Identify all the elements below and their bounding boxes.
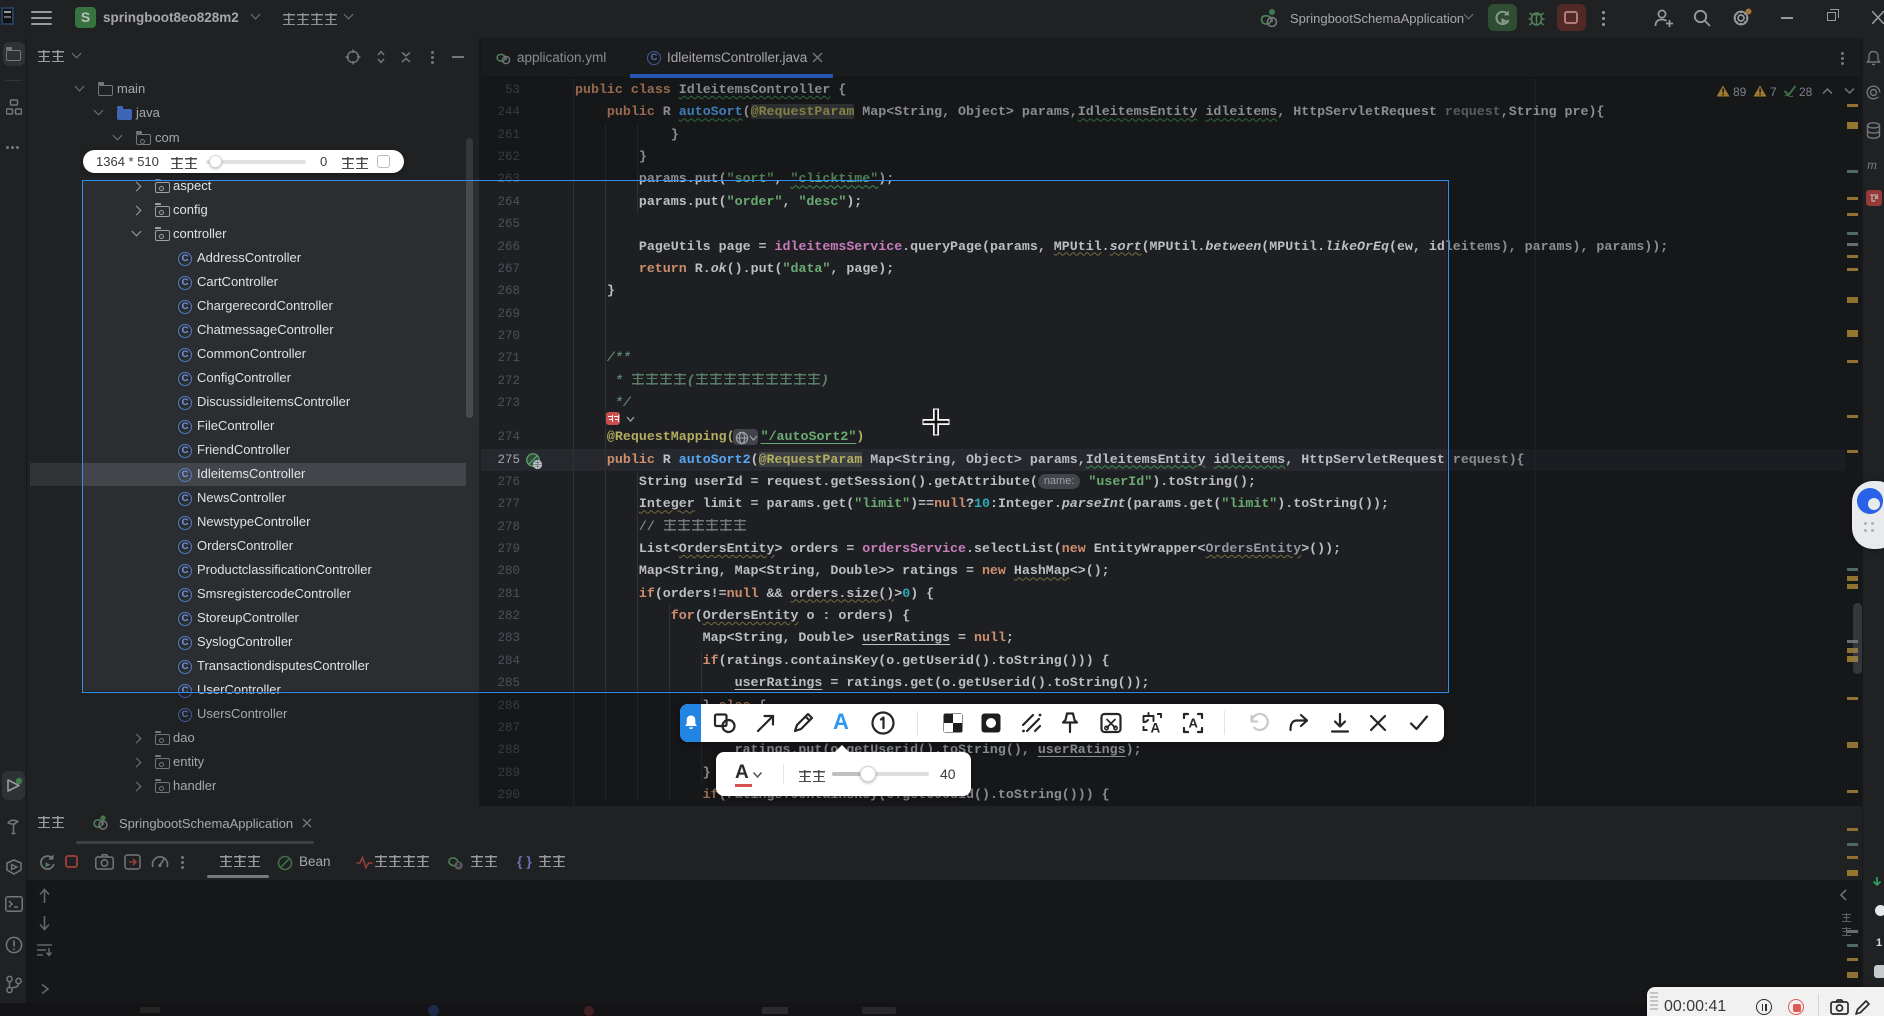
svg-text:A: A	[1151, 721, 1161, 736]
svg-text:A: A	[1189, 716, 1199, 731]
